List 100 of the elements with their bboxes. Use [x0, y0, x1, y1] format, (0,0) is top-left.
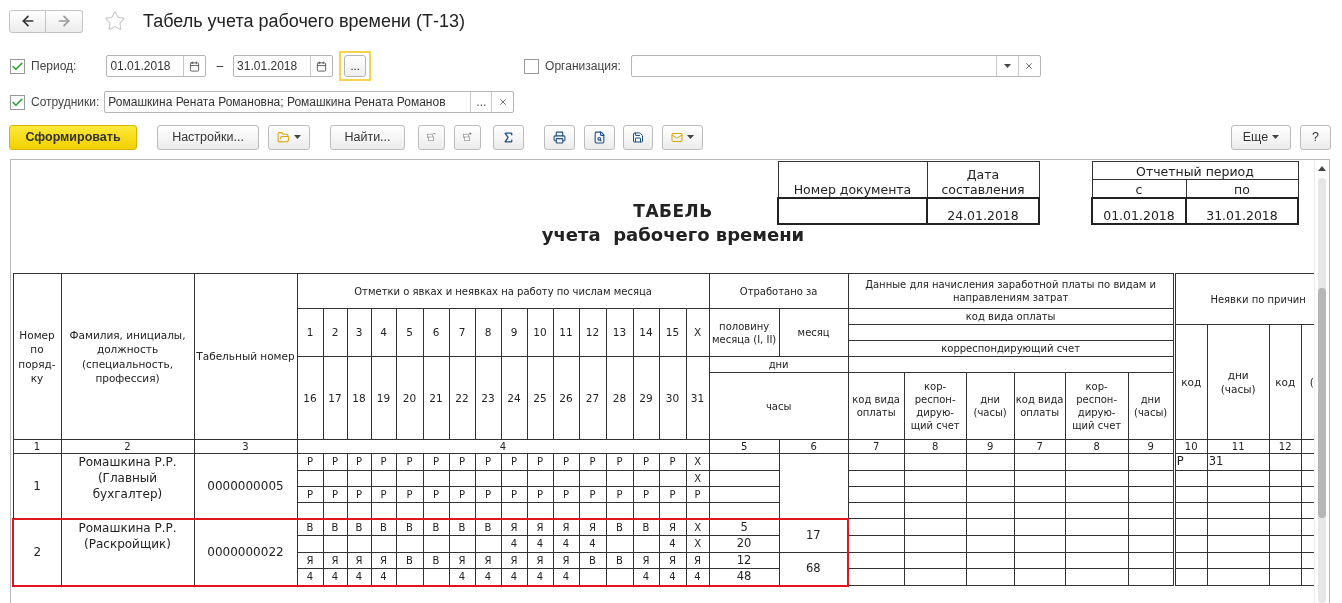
table-cell [1269, 518, 1302, 536]
star-icon[interactable] [104, 10, 126, 32]
settings-button[interactable]: Настройки... [157, 124, 259, 150]
table-cell [1014, 552, 1066, 569]
header-cell: 9 [501, 308, 527, 357]
absence-days [1207, 535, 1270, 552]
table-cell [527, 470, 553, 486]
header-cell: Отчетный период [1092, 161, 1298, 180]
table-cell [966, 486, 1015, 502]
mark-cell: В [633, 518, 659, 536]
report-subtitle: учета рабочего времени [541, 224, 805, 245]
mark-cell: Я [297, 552, 323, 569]
mark-cell: Р [371, 453, 396, 470]
table-cell [848, 568, 905, 586]
table-cell [966, 453, 1015, 470]
organization-field[interactable] [630, 55, 1041, 77]
table-cell [848, 470, 905, 486]
table-cell [1065, 470, 1129, 486]
header-cell: Фамилия, инициалы, должность (специальность, профессия) [61, 273, 194, 440]
table-cell [1014, 470, 1066, 486]
table-cell [1269, 470, 1302, 486]
mark-cell: Я [659, 518, 686, 536]
mark-cell: Р [659, 486, 686, 502]
organization-label: Организация: [545, 59, 621, 73]
mark-cell: Я [527, 552, 553, 569]
mark-cell: Р [297, 486, 323, 502]
table-cell [904, 518, 967, 536]
collapse-button[interactable] [418, 124, 445, 150]
absence-days [1207, 502, 1270, 519]
hours-cell: 17 [779, 518, 849, 552]
mark-cell: Р [323, 486, 347, 502]
period-picker-button[interactable]: ... [339, 51, 372, 81]
absence-code: Р [1174, 453, 1208, 470]
expand-button[interactable] [454, 124, 481, 150]
absence-days [1207, 552, 1270, 569]
header-cell: дни (часы) [1207, 324, 1270, 440]
sum-button[interactable] [493, 124, 524, 150]
absence-code [1174, 535, 1208, 552]
print-button[interactable] [544, 124, 575, 150]
checkbox[interactable] [10, 94, 25, 110]
header-cell: 19 [371, 356, 396, 440]
scrollbar[interactable] [1314, 160, 1329, 603]
checkbox[interactable] [10, 58, 25, 74]
mark-cell: Р [449, 453, 475, 470]
table-cell [904, 535, 967, 552]
mark-cell: Р [633, 486, 659, 502]
window-title: Табель учета рабочего времени (Т-13) [143, 10, 465, 32]
employees-field[interactable]: Ромашкина Рената Романовна; Ромашкина Рената Романов ... [104, 91, 515, 113]
select-button[interactable]: ... [470, 92, 492, 112]
date-field[interactable]: 01.01.2018 [106, 55, 207, 77]
table-cell [848, 552, 905, 569]
header-cell: 30 [659, 356, 686, 440]
back-button[interactable] [9, 9, 46, 33]
table-cell [1014, 453, 1066, 470]
table-cell [1065, 502, 1129, 519]
date-field[interactable]: 31.01.2018 [233, 55, 334, 77]
caret-icon [294, 135, 301, 139]
more-button[interactable]: Еще [1231, 124, 1291, 150]
scroll-up-icon[interactable] [1318, 166, 1326, 171]
table-cell [848, 518, 905, 536]
absence-days [1207, 486, 1270, 502]
mark-cell: Я [553, 518, 579, 536]
header-cell: Отработано за [709, 273, 849, 309]
help-button[interactable]: ? [1300, 124, 1331, 150]
mark-cell: 4 [579, 535, 606, 552]
personnel-number: 0000000022 [194, 518, 297, 586]
mark-cell: Р [527, 453, 553, 470]
mark-cell: 4 [659, 568, 686, 586]
header-cell: с [1092, 179, 1186, 198]
find-button[interactable]: Найти... [330, 124, 405, 150]
column-number: 8 [1065, 439, 1129, 454]
table-cell [449, 535, 475, 552]
header-cell: 26 [553, 356, 579, 440]
table-cell [606, 535, 633, 552]
header-cell: 13 [606, 308, 633, 357]
table-cell [606, 470, 633, 486]
table-cell [1065, 518, 1129, 536]
checkbox[interactable] [524, 58, 540, 74]
absence-code [1174, 518, 1208, 536]
header-cell: 5 [396, 308, 423, 357]
absence-days [1207, 568, 1270, 586]
header-cell: кор-респон-дирую-щий счет [1065, 372, 1129, 440]
header-cell: Данные для начисления заработной платы по видам и направлениям затрат [848, 273, 1175, 309]
table-cell [396, 568, 423, 586]
header-cell: 8 [475, 308, 501, 357]
table-cell [848, 486, 905, 502]
preview-button[interactable] [584, 124, 615, 150]
column-number: 10 [1174, 439, 1208, 454]
table-cell [1269, 552, 1302, 569]
header-cell: 22 [449, 356, 475, 440]
variants-button[interactable] [268, 124, 310, 150]
save-button[interactable] [623, 124, 653, 150]
mark-cell: В [423, 552, 449, 569]
send-button[interactable] [662, 124, 703, 150]
generate-button[interactable]: Сформировать [9, 124, 137, 150]
table-cell [1014, 502, 1066, 519]
table-cell [423, 470, 449, 486]
mark-cell: Я [371, 552, 396, 569]
mark-cell: В [475, 518, 501, 536]
mark-cell: В [606, 552, 633, 569]
